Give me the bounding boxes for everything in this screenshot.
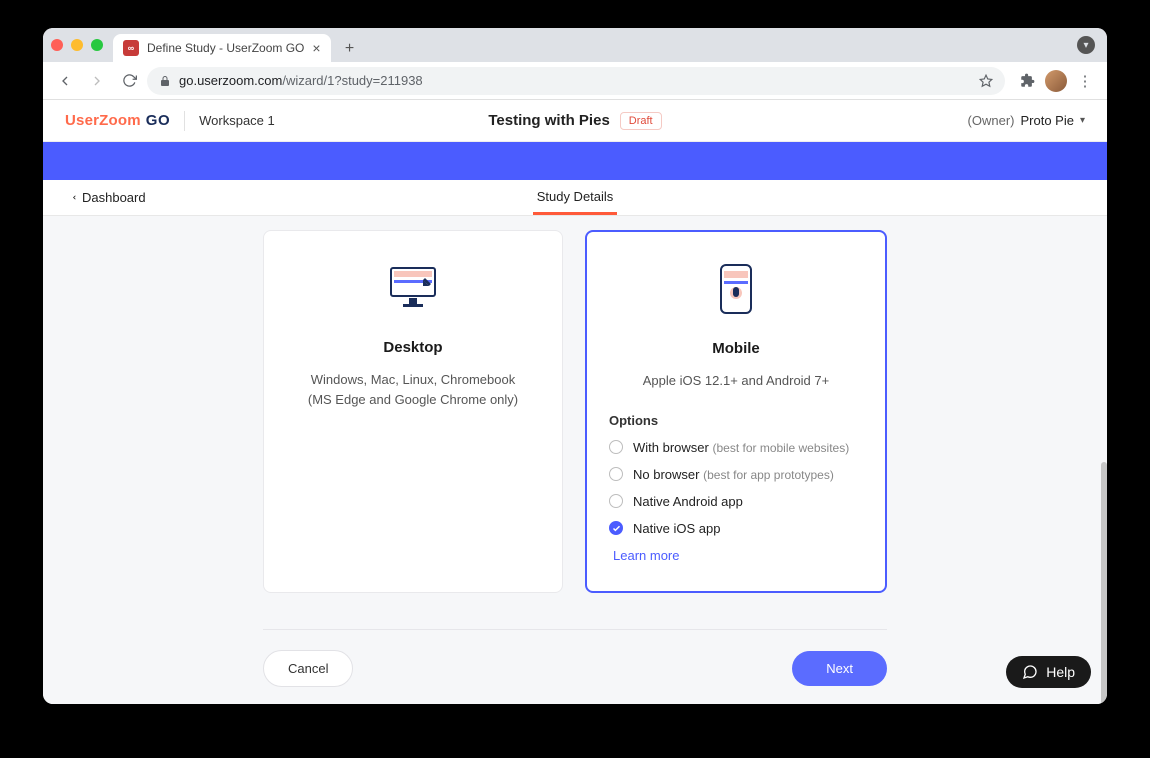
app-logo[interactable]: UserZoom GO <box>65 112 170 129</box>
next-button[interactable]: Next <box>792 651 887 686</box>
device-card-desktop[interactable]: Desktop Windows, Mac, Linux, Chromebook … <box>263 230 563 593</box>
forward-button[interactable] <box>83 67 111 95</box>
option-native-ios[interactable]: Native iOS app <box>609 521 863 536</box>
lock-icon <box>159 75 171 87</box>
window-close-icon[interactable] <box>51 39 63 51</box>
owner-dropdown[interactable]: (Owner) Proto Pie ▾ <box>968 113 1085 128</box>
radio-checked-icon <box>609 521 623 535</box>
draft-badge: Draft <box>620 112 662 130</box>
app-bar: UserZoom GO Workspace 1 Testing with Pie… <box>43 100 1107 142</box>
tabs-dropdown-icon[interactable]: ▾ <box>1077 36 1095 54</box>
option-with-browser[interactable]: With browser (best for mobile websites) <box>609 440 863 455</box>
new-tab-button[interactable]: + <box>337 36 363 62</box>
study-title[interactable]: Testing with Pies <box>488 112 609 129</box>
card-title: Mobile <box>609 340 863 357</box>
window-minimize-icon[interactable] <box>71 39 83 51</box>
back-button[interactable] <box>51 67 79 95</box>
extensions-icon[interactable] <box>1013 67 1041 95</box>
radio-icon <box>609 440 623 454</box>
divider <box>263 629 887 630</box>
content-area: Desktop Windows, Mac, Linux, Chromebook … <box>43 216 1107 704</box>
chat-icon <box>1022 664 1038 680</box>
learn-more-link[interactable]: Learn more <box>609 548 863 563</box>
browser-window: ∞ Define Study - UserZoom GO × + ▾ go.us… <box>43 28 1107 704</box>
card-description: Apple iOS 12.1+ and Android 7+ <box>609 371 863 391</box>
subnav: Dashboard Study Details <box>43 180 1107 216</box>
reload-button[interactable] <box>115 67 143 95</box>
tab-study-details[interactable]: Study Details <box>533 180 618 215</box>
option-no-browser[interactable]: No browser (best for app prototypes) <box>609 467 863 482</box>
option-native-android[interactable]: Native Android app <box>609 494 863 509</box>
card-title: Desktop <box>286 339 540 356</box>
address-bar[interactable]: go.userzoom.com/wizard/1?study=211938 <box>147 67 1005 95</box>
chevron-down-icon: ▾ <box>1080 115 1085 126</box>
browser-tab[interactable]: ∞ Define Study - UserZoom GO × <box>113 34 331 62</box>
options-block: Options With browser (best for mobile we… <box>609 413 863 563</box>
url-text: go.userzoom.com/wizard/1?study=211938 <box>179 73 423 88</box>
help-label: Help <box>1046 664 1075 680</box>
divider <box>184 111 185 131</box>
tab-strip: ∞ Define Study - UserZoom GO × + ▾ <box>43 28 1107 62</box>
card-description: Windows, Mac, Linux, Chromebook (MS Edge… <box>286 370 540 409</box>
tab-title: Define Study - UserZoom GO <box>147 41 304 55</box>
favicon-icon: ∞ <box>123 40 139 56</box>
profile-avatar[interactable] <box>1045 70 1067 92</box>
footer-actions: Cancel Next <box>263 650 887 705</box>
radio-icon <box>609 467 623 481</box>
traffic-lights <box>51 28 113 62</box>
bookmark-star-icon[interactable] <box>979 74 993 88</box>
device-card-mobile[interactable]: Mobile Apple iOS 12.1+ and Android 7+ Op… <box>585 230 887 593</box>
chrome-menu-icon[interactable]: ⋮ <box>1071 67 1099 95</box>
options-heading: Options <box>609 413 863 428</box>
workspace-selector[interactable]: Workspace 1 <box>199 113 275 128</box>
radio-icon <box>609 494 623 508</box>
cancel-button[interactable]: Cancel <box>263 650 353 687</box>
browser-toolbar: go.userzoom.com/wizard/1?study=211938 ⋮ <box>43 62 1107 100</box>
help-fab[interactable]: Help <box>1006 656 1091 688</box>
scrollbar-thumb[interactable] <box>1101 462 1107 704</box>
window-zoom-icon[interactable] <box>91 39 103 51</box>
tab-close-icon[interactable]: × <box>312 40 320 56</box>
wizard-banner <box>43 142 1107 180</box>
mobile-icon <box>609 266 863 312</box>
desktop-icon <box>286 265 540 311</box>
